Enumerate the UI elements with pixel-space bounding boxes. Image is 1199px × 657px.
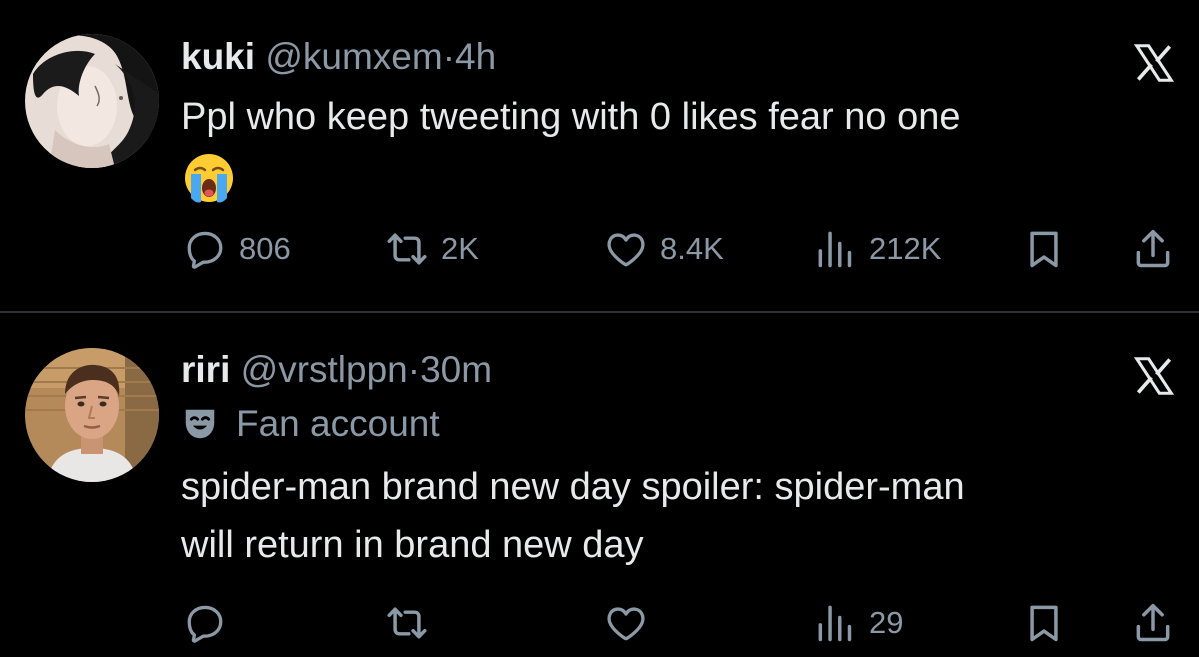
display-name[interactable]: riri xyxy=(181,349,230,390)
bookmark-button[interactable] xyxy=(1022,598,1066,648)
reply-icon xyxy=(183,227,227,271)
repost-count: 2K xyxy=(441,231,479,266)
views-icon xyxy=(813,601,857,645)
views-button[interactable]: 212K xyxy=(813,224,941,274)
display-name[interactable]: kuki xyxy=(181,36,255,77)
timestamp[interactable]: 4h xyxy=(455,36,496,77)
tweet-card[interactable]: kuki @kumxem·4h Ppl who keep tweeting wi… xyxy=(0,0,1199,312)
like-button[interactable]: 8.4K xyxy=(604,224,724,274)
view-count: 29 xyxy=(869,605,904,640)
fan-account-text: Fan account xyxy=(236,403,440,444)
reply-button[interactable]: 806 xyxy=(183,224,291,274)
share-button[interactable] xyxy=(1131,224,1175,274)
bookmark-button[interactable] xyxy=(1022,224,1066,274)
tweet-text: spider-man brand new day spoiler: spider… xyxy=(181,458,1161,574)
x-logo-icon xyxy=(1131,40,1177,86)
like-count: 8.4K xyxy=(660,231,724,266)
share-icon xyxy=(1131,601,1175,645)
reply-icon xyxy=(183,601,227,645)
tweet-header: kuki @kumxem·4h xyxy=(181,35,496,79)
theater-mask-icon xyxy=(185,409,215,439)
repost-icon xyxy=(385,227,429,271)
x-logo-icon xyxy=(1131,353,1177,399)
share-button[interactable] xyxy=(1131,598,1175,648)
reply-count: 806 xyxy=(239,231,291,266)
like-button[interactable] xyxy=(604,598,660,648)
heart-icon xyxy=(604,227,648,271)
bookmark-icon xyxy=(1022,601,1066,645)
reply-button[interactable] xyxy=(183,598,239,648)
fan-account-label: Fan account xyxy=(181,403,440,445)
tweet-text-line: spider-man brand new day spoiler: spider… xyxy=(181,466,965,508)
user-handle[interactable]: @vrstlppn xyxy=(241,349,408,390)
user-handle[interactable]: @kumxem xyxy=(265,36,442,77)
share-icon xyxy=(1131,227,1175,271)
tweet-header: riri @vrstlppn·30m xyxy=(181,348,492,392)
separator: · xyxy=(442,36,456,77)
bookmark-icon xyxy=(1022,227,1066,271)
tweet-text-line: will return in brand new day xyxy=(181,524,644,566)
views-button[interactable]: 29 xyxy=(813,598,903,648)
view-count: 212K xyxy=(869,231,942,266)
repost-button[interactable]: 2K xyxy=(385,224,479,274)
repost-button[interactable] xyxy=(385,598,441,648)
tweet-text: Ppl who keep tweeting with 0 likes fear … xyxy=(181,96,961,138)
avatar[interactable] xyxy=(25,34,159,168)
repost-icon xyxy=(385,601,429,645)
timestamp[interactable]: 30m xyxy=(420,349,492,390)
heart-icon xyxy=(604,601,648,645)
loudly-crying-face-icon xyxy=(185,154,233,203)
views-icon xyxy=(813,227,857,271)
avatar[interactable] xyxy=(25,348,159,482)
tweet-card[interactable]: riri @vrstlppn·30m Fan account spider-ma… xyxy=(0,313,1199,657)
action-bar: 29 xyxy=(0,598,1199,648)
separator: · xyxy=(407,349,421,390)
action-bar: 806 2K 8.4K 212K xyxy=(0,224,1199,274)
